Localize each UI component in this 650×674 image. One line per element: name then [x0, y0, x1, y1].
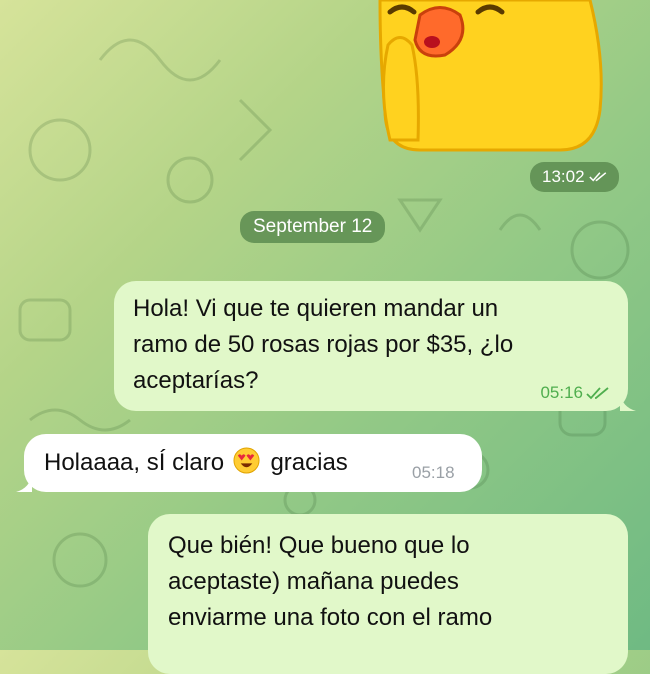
message-text: Holaaaa, sÍ claro — [44, 449, 225, 476]
message-line: Que bién! Que bueno que lo — [168, 532, 470, 559]
message-time-text: 05:16 — [540, 383, 583, 402]
sticker-time-text: 13:02 — [542, 167, 585, 186]
bubble-tail — [16, 474, 32, 492]
bubble-tail — [620, 393, 636, 411]
outgoing-message[interactable]: Hola! Vi que te quieren mandar un ramo d… — [114, 281, 636, 411]
message-line: ramo de 50 rosas rojas por $35, ¿lo — [133, 331, 514, 358]
incoming-message[interactable]: Holaaaa, sÍ claro gracias 05:18 — [16, 434, 482, 492]
double-check-icon — [588, 172, 606, 182]
message-line: aceptaste) mañana puedes — [168, 568, 459, 595]
message-line: Hola! Vi que te quieren mandar un — [133, 295, 499, 322]
message-line: enviarme una foto con el ramo — [168, 604, 493, 631]
message-timestamp: 05:18 — [412, 463, 455, 482]
date-separator: September 12 — [240, 211, 386, 243]
duck-sticker[interactable] — [360, 0, 610, 160]
message-text: gracias — [270, 449, 348, 476]
outgoing-message[interactable]: Que bién! Que bueno que lo aceptaste) ma… — [148, 514, 628, 674]
message-timestamp: 05:16 — [540, 383, 610, 403]
double-check-icon — [586, 386, 609, 399]
sticker-timestamp: 13:02 — [530, 162, 619, 192]
heart-eyes-emoji-icon — [233, 447, 260, 474]
